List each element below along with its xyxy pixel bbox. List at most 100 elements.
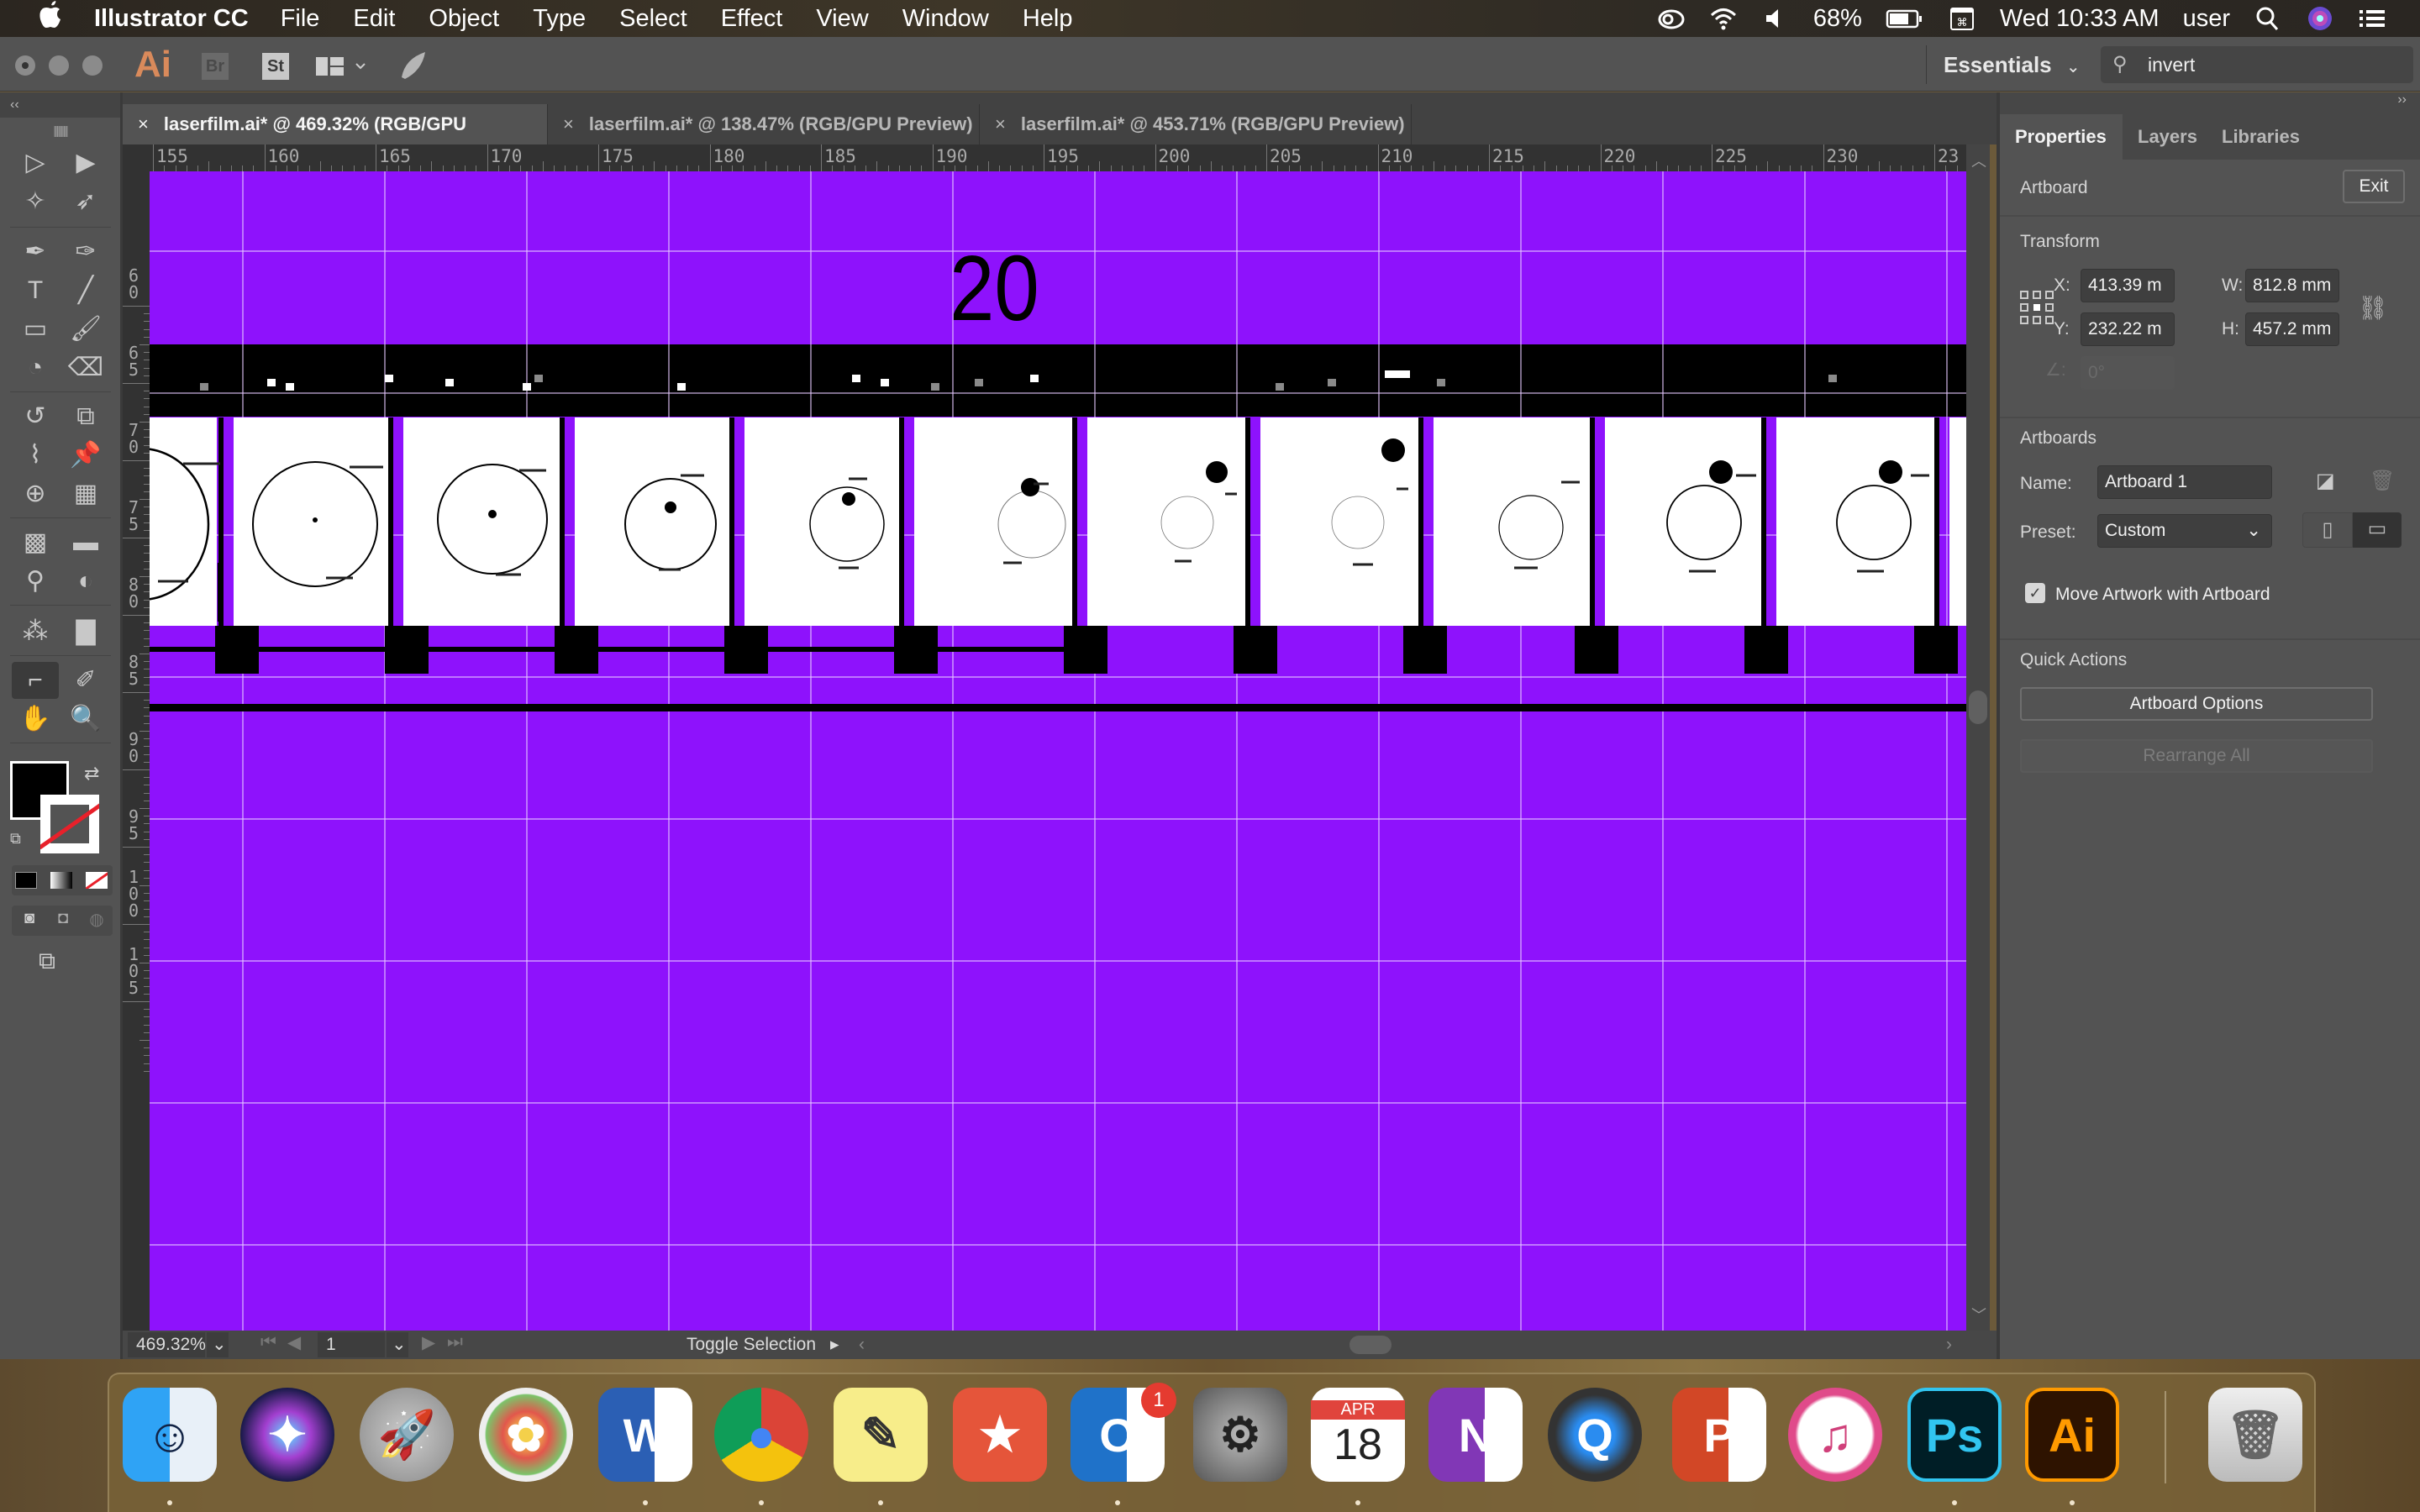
expand-panel-button[interactable]: ››: [2000, 92, 2420, 114]
previous-artboard-icon[interactable]: ◀: [287, 1332, 301, 1353]
first-artboard-icon[interactable]: ⏮: [260, 1332, 276, 1352]
exit-button[interactable]: Exit: [2343, 170, 2405, 203]
keyboard-shortcut-icon[interactable]: ⌘: [1948, 6, 1976, 31]
dock-illustrator-icon[interactable]: Ai: [2025, 1388, 2119, 1482]
gradient-mode-button[interactable]: [50, 872, 72, 889]
line-segment-tool-icon[interactable]: ╱: [66, 272, 106, 309]
dock-powerpoint-icon[interactable]: P: [1672, 1388, 1766, 1482]
type-tool-icon[interactable]: T: [15, 272, 55, 309]
menu-window[interactable]: Window: [902, 5, 989, 33]
y-position-input[interactable]: 232.22 m: [2081, 312, 2175, 346]
menu-file[interactable]: File: [281, 5, 320, 33]
minimize-window-button[interactable]: [49, 55, 69, 76]
gpu-performance-button[interactable]: [397, 49, 430, 87]
clock[interactable]: Wed 10:33 AM: [2000, 5, 2160, 33]
artboard-canvas[interactable]: 20: [150, 171, 1966, 1331]
tab-properties[interactable]: Properties: [2000, 114, 2123, 160]
horizontal-ruler[interactable]: 155 160 165 170 175 180 185 190 195 200 205 210 215 2…: [123, 144, 1971, 171]
close-tab-icon[interactable]: ×: [563, 113, 574, 134]
app-menu[interactable]: Illustrator CC: [94, 5, 249, 33]
artboard-number-field[interactable]: 1: [318, 1332, 385, 1357]
scroll-left-icon[interactable]: ‹: [859, 1331, 865, 1359]
dock-calendar-icon[interactable]: APR 18: [1311, 1388, 1405, 1482]
shape-builder-tool-icon[interactable]: ⊕: [15, 475, 55, 512]
artboard-options-button[interactable]: Artboard Options: [2020, 687, 2373, 721]
dock-stickies-icon[interactable]: ✎: [834, 1388, 928, 1482]
last-artboard-icon[interactable]: ⏭: [447, 1332, 463, 1352]
vertical-scrollbar[interactable]: ︿ ﹀: [1966, 144, 1990, 1331]
close-tab-icon[interactable]: ×: [138, 113, 149, 134]
portrait-orientation-button[interactable]: ▯: [2302, 512, 2353, 548]
eraser-tool-icon[interactable]: ⌫: [66, 349, 106, 386]
tab-libraries[interactable]: Libraries: [2207, 114, 2311, 160]
dock-trash-icon[interactable]: 🗑: [2208, 1388, 2302, 1482]
apple-menu-icon[interactable]: [35, 1, 66, 36]
dock-chrome-icon[interactable]: ●: [714, 1388, 808, 1482]
blend-tool-icon[interactable]: ◐: [66, 563, 106, 600]
dock-word-icon[interactable]: W: [598, 1388, 692, 1482]
zoom-dropdown-icon[interactable]: ⌄: [207, 1332, 229, 1357]
perspective-grid-tool-icon[interactable]: ▦: [66, 475, 106, 512]
tab-layers[interactable]: Layers: [2123, 114, 2207, 160]
magic-wand-tool-icon[interactable]: ✧: [15, 183, 55, 220]
menu-type[interactable]: Type: [533, 5, 586, 33]
dock-launchpad-icon[interactable]: 🚀: [360, 1388, 454, 1482]
menu-help[interactable]: Help: [1023, 5, 1073, 33]
constrain-proportions-icon[interactable]: ⛓: [2358, 294, 2388, 322]
horizontal-scrollbar-thumb[interactable]: [1349, 1336, 1392, 1354]
wifi-icon[interactable]: [1709, 6, 1738, 31]
creative-cloud-icon[interactable]: [1657, 6, 1686, 31]
gradient-tool-icon[interactable]: ▬: [66, 524, 106, 561]
default-fill-stroke-icon[interactable]: ⧉: [10, 830, 21, 848]
tab-document-3[interactable]: × laserfilm.ai* @ 453.71% (RGB/GPU Previe…: [980, 104, 1412, 144]
symbol-sprayer-tool-icon[interactable]: ⁂: [15, 613, 55, 650]
color-mode-button[interactable]: [15, 872, 37, 889]
dock-finder-icon[interactable]: ☺: [123, 1388, 217, 1482]
dock-system-preferences-icon[interactable]: ⚙: [1193, 1388, 1287, 1482]
landscape-orientation-button[interactable]: ▭: [2353, 512, 2402, 548]
dock-photoshop-icon[interactable]: Ps: [1907, 1388, 2002, 1482]
screen-mode-icon[interactable]: ⧉: [39, 948, 55, 975]
stroke-color-swatch[interactable]: [40, 795, 99, 853]
paintbrush-tool-icon[interactable]: 🖌: [66, 311, 106, 348]
curvature-tool-icon[interactable]: ✑: [66, 234, 106, 270]
tab-document-2[interactable]: × laserfilm.ai* @ 138.47% (RGB/GPU Previe…: [548, 104, 980, 144]
move-artwork-checkbox[interactable]: ✓: [2025, 583, 2045, 603]
tab-document-1[interactable]: ×laserfilm.ai* @ 469.32% (RGB/GPU Previe…: [123, 104, 548, 175]
zoom-level-field[interactable]: 469.32%: [128, 1332, 206, 1357]
scroll-right-icon[interactable]: ›: [1946, 1331, 1952, 1359]
rearrange-all-button[interactable]: Rearrange All: [2020, 739, 2373, 773]
draw-inside-icon[interactable]: ◍: [82, 909, 111, 932]
menu-object[interactable]: Object: [429, 5, 499, 33]
volume-icon[interactable]: [1761, 6, 1790, 31]
close-window-button[interactable]: [15, 55, 35, 76]
status-menu-arrow-icon[interactable]: ▸: [830, 1331, 839, 1359]
collapse-panel-button[interactable]: ‹‹: [0, 92, 120, 118]
workspace-switcher[interactable]: Essentials ⌄: [1926, 45, 2081, 84]
menu-view[interactable]: View: [816, 5, 868, 33]
puppet-warp-tool-icon[interactable]: 📌: [66, 437, 106, 474]
new-artboard-icon[interactable]: ◪: [2316, 469, 2335, 493]
hand-tool-icon[interactable]: ✋: [15, 701, 55, 738]
user-menu[interactable]: user: [2183, 5, 2230, 33]
width-input[interactable]: 812.8 mm: [2245, 269, 2339, 302]
delete-artboard-icon[interactable]: 🗑: [2370, 469, 2395, 493]
artboard-name-input[interactable]: Artboard 1: [2097, 465, 2272, 499]
dock-siri-icon[interactable]: ✦: [240, 1388, 334, 1482]
mesh-tool-icon[interactable]: ▩: [15, 524, 55, 561]
arrange-documents-button[interactable]: [314, 54, 373, 83]
none-mode-button[interactable]: [86, 872, 108, 889]
scrollbar-thumb[interactable]: [1969, 690, 1987, 724]
draw-behind-icon[interactable]: ◘: [49, 909, 77, 932]
artboard-dropdown-icon[interactable]: ⌄: [387, 1332, 408, 1357]
swap-fill-stroke-icon[interactable]: ⇄: [84, 763, 99, 785]
height-input[interactable]: 457.2 mm: [2245, 312, 2339, 346]
column-graph-tool-icon[interactable]: ▇: [66, 613, 106, 650]
menu-effect[interactable]: Effect: [721, 5, 783, 33]
help-search-input[interactable]: ⚲ invert: [2101, 46, 2413, 83]
panel-grip[interactable]: ||||||||||: [0, 118, 120, 143]
width-tool-icon[interactable]: ⌇: [15, 437, 55, 474]
status-text[interactable]: Toggle Selection: [583, 1331, 919, 1359]
maximize-window-button[interactable]: [82, 55, 103, 76]
scroll-down-icon[interactable]: ﹀: [1971, 1304, 1986, 1326]
